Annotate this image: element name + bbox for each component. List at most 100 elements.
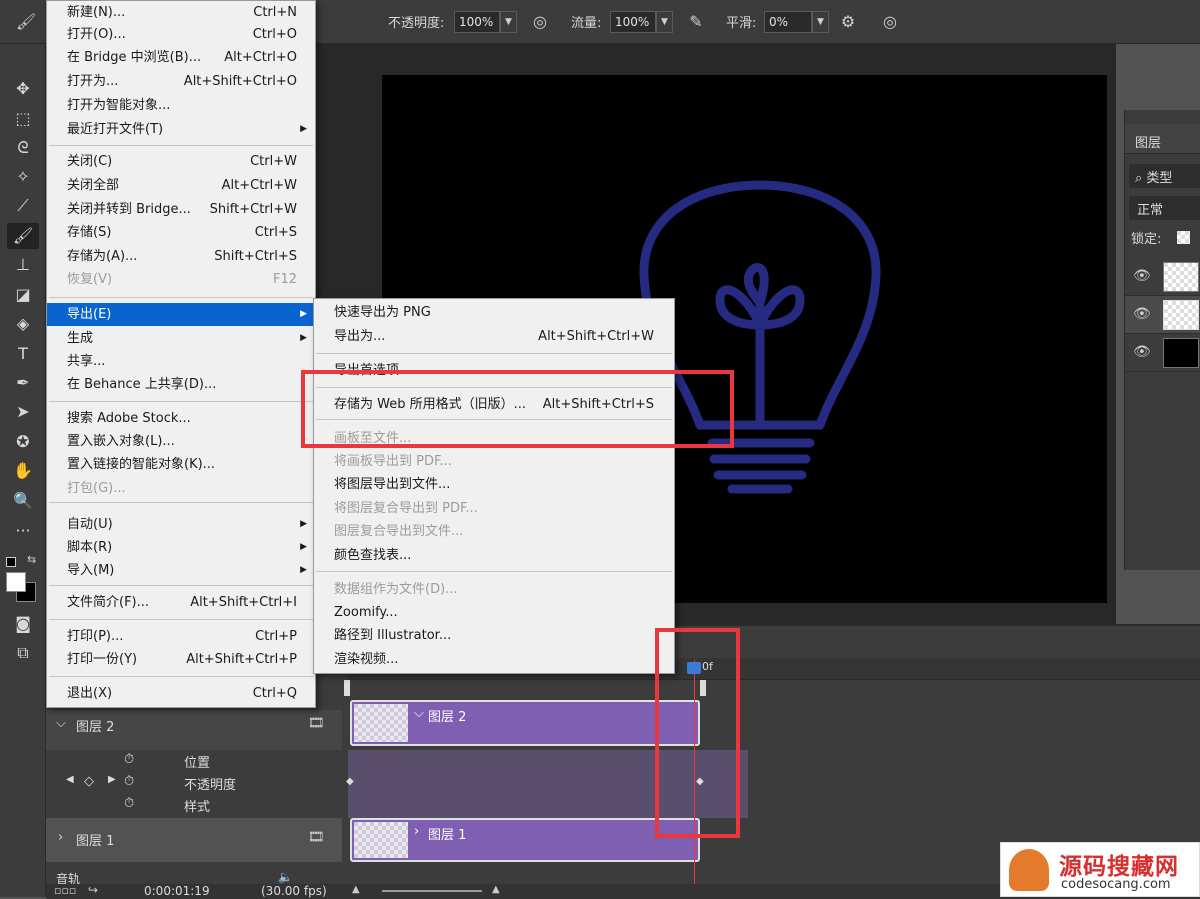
menu-item[interactable]: 导入(M) ▶: [47, 559, 315, 582]
default-colors-icon[interactable]: [6, 557, 16, 567]
lock-transparency-icon[interactable]: [1177, 231, 1190, 244]
smooth-dropdown-icon[interactable]: ▼: [812, 11, 829, 33]
stamp-tool-icon[interactable]: ⊥: [7, 252, 39, 278]
menu-separator: [49, 676, 313, 677]
layer-track-name: 图层 2: [76, 720, 115, 735]
layer-row[interactable]: 👁: [1125, 334, 1200, 372]
menu-item[interactable]: 置入嵌入对象(L)...: [47, 430, 315, 453]
pen-tool-icon[interactable]: ✒: [7, 370, 39, 396]
more-tools-icon[interactable]: ···: [7, 518, 39, 544]
menu-item-label: 存储为(A)...: [67, 249, 138, 264]
speaker-icon[interactable]: 🔈: [278, 870, 293, 884]
stopwatch-icon[interactable]: ⏱: [124, 774, 134, 789]
add-keyframe-icon[interactable]: ◇: [84, 774, 94, 789]
menu-item[interactable]: 置入链接的智能对象(K)...: [47, 453, 315, 476]
menu-item[interactable]: 新建(N)... Ctrl+N: [47, 1, 315, 24]
path-selection-tool-icon[interactable]: ➤: [7, 399, 39, 425]
work-area-start-handle[interactable]: [344, 680, 350, 696]
hand-tool-icon[interactable]: ✋: [7, 458, 39, 484]
menu-item[interactable]: 脚本(R) ▶: [47, 536, 315, 559]
eraser-tool-icon[interactable]: ◪: [7, 282, 39, 308]
menu-item[interactable]: 关闭并转到 Bridge... Shift+Ctrl+W: [47, 198, 315, 221]
menu-item[interactable]: 自动(U) ▶: [47, 513, 315, 536]
quick-mask-icon[interactable]: ◙: [7, 611, 39, 637]
pressure-size-icon[interactable]: ◎: [878, 10, 902, 34]
eye-icon[interactable]: 👁: [1133, 344, 1151, 360]
foreground-color-swatch[interactable]: [6, 572, 26, 592]
lasso-tool-icon[interactable]: ᘓ: [7, 135, 39, 161]
move-tool-icon[interactable]: ✥: [7, 76, 39, 102]
swap-colors-icon[interactable]: ⇆: [27, 553, 36, 566]
brush-tool-icon[interactable]: 🖌: [14, 10, 38, 34]
menu-item-shortcut: Alt+Ctrl+O: [224, 50, 297, 65]
menu-item[interactable]: 打开(O)... Ctrl+O: [47, 23, 315, 46]
opacity-dropdown-icon[interactable]: ▼: [500, 11, 517, 33]
custom-shape-tool-icon[interactable]: ✪: [7, 429, 39, 455]
clip-layer-2[interactable]: ⌵ 图层 2: [350, 700, 700, 746]
menu-item[interactable]: 关闭全部 Alt+Ctrl+W: [47, 174, 315, 197]
menu-item[interactable]: 导出(E) ▶: [47, 303, 315, 326]
menu-item[interactable]: 颜色查找表...: [314, 544, 674, 567]
menu-item[interactable]: 打开为... Alt+Shift+Ctrl+O: [47, 70, 315, 93]
keyframe-icon[interactable]: ◆: [346, 776, 354, 787]
clip-layer-1[interactable]: › 图层 1: [350, 818, 700, 862]
menu-item[interactable]: 渲染视频...: [314, 648, 674, 671]
stopwatch-icon[interactable]: ⏱: [124, 752, 134, 767]
blend-mode-select[interactable]: 正常: [1129, 196, 1200, 220]
gear-icon[interactable]: ⚙: [836, 10, 860, 34]
zoom-out-icon[interactable]: ▲: [352, 884, 360, 895]
chevron-down-icon[interactable]: ⌵: [56, 716, 66, 731]
frame-mode-icon[interactable]: ▫▫▫: [54, 884, 76, 897]
menu-item[interactable]: 快速导出为 PNG: [314, 301, 674, 324]
menu-item[interactable]: 退出(X) Ctrl+Q: [47, 682, 315, 705]
eyedropper-tool-icon[interactable]: ⟋: [7, 193, 39, 219]
zoom-in-icon[interactable]: ▲: [492, 884, 500, 895]
eye-icon[interactable]: 👁: [1133, 306, 1151, 322]
menu-item[interactable]: 将图层导出到文件...: [314, 473, 674, 496]
tab-layers[interactable]: 图层: [1125, 124, 1200, 154]
brush-tool-icon[interactable]: 🖌: [7, 223, 39, 249]
type-tool-icon[interactable]: T: [7, 341, 39, 367]
menu-item[interactable]: 导出为... Alt+Shift+Ctrl+W: [314, 325, 674, 348]
layer-filter[interactable]: ⌕ 类型: [1129, 164, 1200, 188]
flow-input[interactable]: 100%: [610, 11, 656, 33]
flow-dropdown-icon[interactable]: ▼: [656, 11, 673, 33]
menu-item[interactable]: 打印(P)... Ctrl+P: [47, 625, 315, 648]
film-icon[interactable]: 🎞: [308, 716, 325, 731]
layer-track-header[interactable]: › 图层 1 🎞: [46, 818, 342, 862]
menu-item[interactable]: 存储为(A)... Shift+Ctrl+S: [47, 245, 315, 268]
layer-row[interactable]: 👁: [1125, 258, 1200, 296]
menu-item[interactable]: 最近打开文件(T) ▶: [47, 118, 315, 141]
zoom-slider[interactable]: [382, 890, 482, 892]
menu-item[interactable]: 共享...: [47, 350, 315, 373]
menu-item[interactable]: 打印一份(Y) Alt+Shift+Ctrl+P: [47, 648, 315, 671]
magic-wand-tool-icon[interactable]: ✧: [7, 164, 39, 190]
next-keyframe-icon[interactable]: ▶: [108, 774, 116, 785]
menu-item[interactable]: 生成 ▶: [47, 327, 315, 350]
layer-row[interactable]: 👁: [1125, 296, 1200, 334]
opacity-input[interactable]: 100%: [454, 11, 500, 33]
zoom-tool-icon[interactable]: 🔍: [7, 488, 39, 514]
menu-item[interactable]: 搜索 Adobe Stock...: [47, 407, 315, 430]
menu-item[interactable]: Zoomify...: [314, 601, 674, 624]
film-icon[interactable]: 🎞: [308, 830, 325, 845]
layer-track-header[interactable]: ⌵ 图层 2 🎞: [46, 710, 342, 750]
pressure-opacity-icon[interactable]: ◎: [528, 10, 552, 34]
menu-item[interactable]: 关闭(C) Ctrl+W: [47, 150, 315, 173]
chevron-right-icon[interactable]: ›: [58, 830, 63, 845]
marquee-tool-icon[interactable]: ⬚: [7, 106, 39, 132]
menu-item[interactable]: 存储(S) Ctrl+S: [47, 221, 315, 244]
stopwatch-icon[interactable]: ⏱: [124, 796, 134, 811]
paint-bucket-tool-icon[interactable]: ◈: [7, 311, 39, 337]
menu-item[interactable]: 文件简介(F)... Alt+Shift+Ctrl+I: [47, 591, 315, 614]
convert-icon[interactable]: ↪: [88, 883, 98, 897]
menu-item[interactable]: 在 Behance 上共享(D)...: [47, 373, 315, 396]
eye-icon[interactable]: 👁: [1133, 268, 1151, 284]
menu-item[interactable]: 在 Bridge 中浏览(B)... Alt+Ctrl+O: [47, 46, 315, 69]
smooth-input[interactable]: 0%: [764, 11, 812, 33]
menu-item[interactable]: 打开为智能对象...: [47, 94, 315, 117]
airbrush-icon[interactable]: ✎: [684, 10, 708, 34]
menu-item[interactable]: 路径到 Illustrator...: [314, 624, 674, 647]
prev-keyframe-icon[interactable]: ◀: [66, 774, 74, 785]
screen-mode-icon[interactable]: ⧉: [7, 640, 39, 666]
